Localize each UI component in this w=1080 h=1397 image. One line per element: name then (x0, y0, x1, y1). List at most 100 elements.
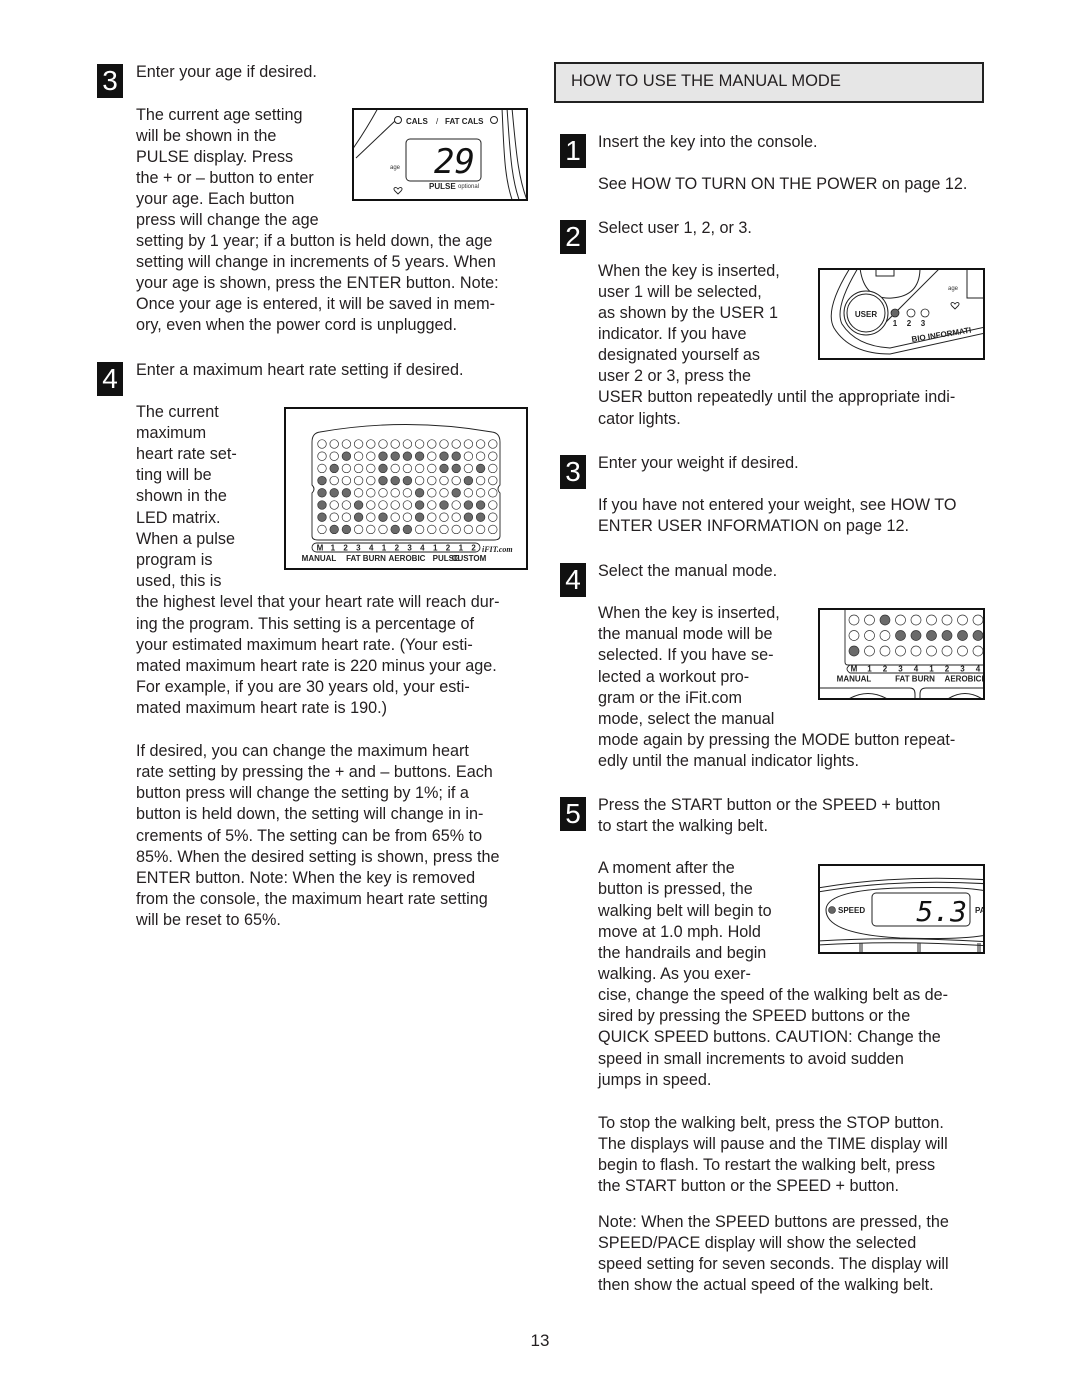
text-line: crements of 5%. The setting can be from … (136, 827, 483, 845)
led-off (378, 524, 388, 535)
led-off (475, 524, 486, 535)
text-line: the handrails and begin (598, 944, 767, 962)
speed-label: SPEED (838, 906, 865, 915)
program-number: 3 (960, 665, 965, 674)
ifit-logo: iFIT.com (482, 545, 513, 554)
text-line: from the console, the maximum heart rate… (136, 890, 488, 908)
step-title: Insert the key into the console. (598, 133, 818, 151)
text-line: PULSE display. Press (136, 148, 294, 166)
user-number: 1 (893, 319, 898, 328)
led-on (451, 451, 461, 461)
text-line: sired by pressing the SPEED buttons or t… (598, 1007, 911, 1025)
program-number: 2 (343, 544, 348, 553)
text-line: mated maximum heart rate is 220 minus yo… (136, 657, 497, 675)
program-number: M (317, 544, 324, 553)
led-off (463, 524, 474, 535)
pulse-display-illustration: CALS / FAT CALS 29 age PULSE optional (354, 110, 526, 199)
program-number: 2 (446, 544, 451, 553)
led-off (366, 451, 376, 461)
led-off (972, 645, 983, 657)
led-off (353, 524, 364, 535)
led-off (414, 524, 425, 535)
program-number: 4 (914, 665, 919, 674)
program-number: 3 (407, 544, 412, 553)
led-on (439, 500, 449, 510)
led-off (941, 645, 953, 657)
led-on (439, 451, 449, 461)
led-off (451, 512, 461, 522)
text-line: rate setting by pressing the + and – but… (136, 763, 493, 781)
led-on (341, 524, 352, 535)
text-line: the manual mode will be (598, 625, 773, 643)
pace-label: PA (975, 906, 985, 915)
led-on (414, 451, 425, 461)
program-number: 2 (471, 544, 476, 553)
age-display-value: 29 (434, 142, 475, 182)
text-line: the START button or the SPEED + button. (598, 1177, 899, 1195)
text-line: To stop the walking belt, press the STOP… (598, 1114, 944, 1132)
led-on (439, 463, 449, 474)
led-on (341, 488, 352, 498)
led-off (451, 524, 461, 535)
led-on (941, 630, 953, 641)
text-line: move at 1.0 mph. Hold (598, 923, 761, 941)
led-off (427, 475, 437, 486)
optional-label: optional (458, 184, 479, 190)
led-on (317, 488, 327, 498)
program-number: 1 (929, 665, 934, 674)
led-off (488, 524, 498, 535)
led-off (972, 614, 983, 626)
step-title: Select user 1, 2, or 3. (598, 219, 752, 237)
heart-icon (393, 187, 403, 195)
program-group-label: FAT BURN (346, 554, 386, 563)
text-line: mated maximum heart rate is 190.) (136, 699, 388, 717)
led-off (341, 463, 352, 474)
text-line: will be shown in the (136, 127, 277, 145)
text-line: then show the actual speed of the walkin… (598, 1276, 934, 1294)
age-label: age (948, 286, 959, 292)
cals-separator: / (436, 117, 439, 126)
fat-cals-indicator-icon (490, 116, 498, 124)
program-number: 4 (976, 665, 981, 674)
led-off (329, 500, 339, 510)
led-off (329, 475, 339, 486)
text-line: program is (136, 551, 213, 569)
led-off (463, 439, 474, 449)
text-line: LED matrix. (136, 509, 221, 527)
led-off (317, 463, 327, 474)
step-title: Select the manual mode. (598, 562, 778, 580)
step-title-line: to start the walking belt. (598, 817, 769, 835)
text-line: When a pulse (136, 530, 235, 548)
text-line: your age is shown, press the ENTER butto… (136, 274, 499, 292)
led-off (414, 475, 425, 486)
user-1-indicator-on (890, 308, 900, 318)
led-off (864, 630, 875, 641)
text-line: the highest level that your heart rate w… (136, 593, 500, 611)
led-off (439, 475, 449, 486)
led-off (879, 630, 891, 641)
text-line: The displays will pause and the TIME dis… (598, 1135, 948, 1153)
led-on (926, 630, 937, 641)
text-line: designated yourself as (598, 346, 760, 364)
program-group-label: CUSTOM (452, 554, 487, 563)
led-off (895, 645, 906, 657)
led-on (463, 500, 474, 510)
user-selector-illustration: USER 1 2 3 BIO INFORMATI age (830, 270, 983, 355)
led-matrix-figure: M123412341212 MANUAL FAT BURN AEROBIC PULSE… (284, 407, 528, 570)
text-line: USER button repeatedly until the appropr… (598, 388, 956, 406)
led-off (366, 500, 376, 510)
led-off (329, 439, 339, 449)
led-off (439, 512, 449, 522)
speed-display-value: 5.3 (916, 895, 967, 928)
led-off (488, 500, 498, 510)
led-off (390, 500, 400, 510)
led-off (895, 614, 906, 626)
speed-display-illustration: SPEED 5.3 PA (820, 877, 985, 952)
led-on (402, 451, 413, 461)
led-off (390, 439, 400, 449)
text-line: cise, change the speed of the walking be… (598, 986, 949, 1004)
led-on (451, 463, 461, 474)
led-off (427, 500, 437, 510)
led-off (329, 451, 339, 461)
section-header-title: HOW TO USE THE MANUAL MODE (571, 72, 841, 90)
